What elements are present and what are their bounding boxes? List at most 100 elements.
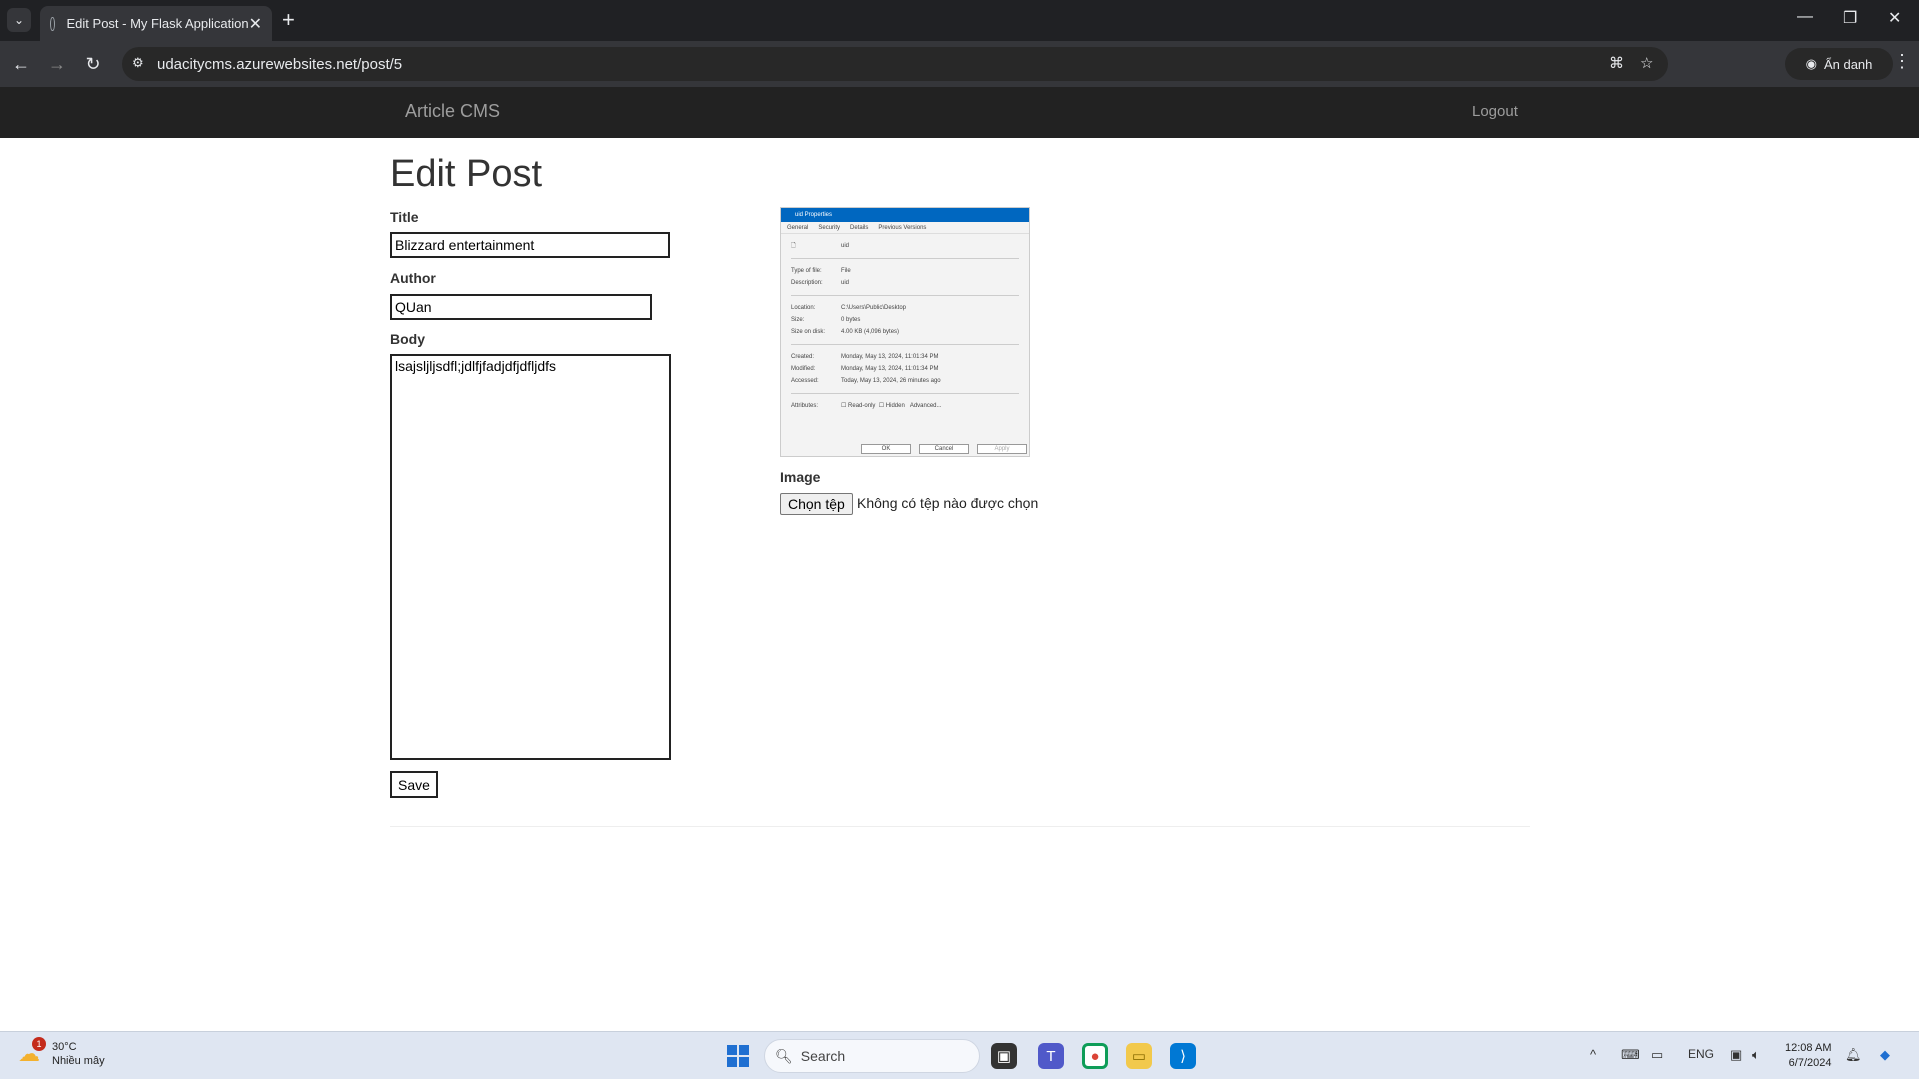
thumb-divider (791, 393, 1019, 394)
translate-icon[interactable]: ⌘ (1609, 54, 1624, 72)
thumb-value: 0 bytes (841, 317, 861, 323)
thumb-checkbox: ☐ Read-only (841, 403, 876, 409)
thumb-key: Accessed: (791, 378, 819, 384)
taskbar-search[interactable]: 🔍︎ Search (764, 1039, 980, 1073)
bookmark-star-icon[interactable]: ☆ (1640, 54, 1653, 72)
chevron-up-icon[interactable]: ^ (1590, 1047, 1596, 1062)
search-placeholder: Search (800, 1048, 846, 1064)
thumb-divider (791, 258, 1019, 259)
thumb-divider (791, 344, 1019, 345)
body-label: Body (390, 331, 425, 347)
language-indicator[interactable]: ENG (1688, 1047, 1714, 1061)
tab-search-button[interactable]: ⌄ (7, 8, 31, 32)
thumb-divider (791, 295, 1019, 296)
weather-temp: 30°C (52, 1041, 77, 1053)
copilot-icon[interactable]: ◆ (1880, 1047, 1890, 1063)
footer-divider (390, 826, 1530, 827)
thumb-buttons: OK Cancel Apply (861, 444, 1027, 454)
author-label: Author (390, 270, 436, 286)
clock[interactable]: 12:08 AM 6/7/2024 (1785, 1041, 1831, 1071)
file-status: Không có tệp nào được chọn (857, 495, 1039, 511)
search-icon: 🔍︎ (775, 1047, 793, 1064)
new-tab-button[interactable]: + (282, 8, 295, 32)
thumb-value: Monday, May 13, 2024, 11:01:34 PM (841, 354, 939, 360)
save-button[interactable]: Save (390, 771, 438, 798)
minimize-icon[interactable]: — (1797, 8, 1813, 26)
tab-title: Edit Post - My Flask Application (66, 16, 249, 31)
teams-icon[interactable]: T (1038, 1043, 1064, 1069)
weather-cloud-icon: ☁ 1 (18, 1037, 46, 1067)
file-icon: 🗋 (791, 243, 796, 249)
network-icon[interactable]: ▣ (1730, 1047, 1742, 1063)
app-navbar: Article CMS Logout (0, 87, 1919, 138)
clock-date: 6/7/2024 (1788, 1057, 1832, 1069)
choose-file-button[interactable]: Chọn tệp (780, 493, 853, 515)
window-close-icon[interactable]: ✕ (1888, 8, 1901, 28)
address-bar[interactable]: ⚙ udacitycms.azurewebsites.net/post/5 ⌘ … (122, 47, 1668, 81)
browser-toolbar: ← → ↻ ⚙ udacitycms.azurewebsites.net/pos… (0, 41, 1919, 87)
thumb-key: Size on disk: (791, 329, 826, 335)
thumb-value: Monday, May 13, 2024, 11:01:34 PM (841, 366, 939, 372)
globe-icon (50, 16, 55, 31)
notification-badge: 1 (32, 1037, 46, 1051)
thumb-value: uid (841, 280, 850, 286)
browser-tab-active[interactable]: Edit Post - My Flask Application ✕ (40, 6, 272, 41)
thumb-key: Location: (791, 305, 816, 311)
thumb-ok: OK (861, 444, 911, 454)
tablet-icon[interactable]: ▭ (1651, 1047, 1663, 1063)
weather-widget[interactable]: ☁ 1 30°C Nhiều mây (18, 1037, 105, 1068)
thumb-key: Type of file: (791, 268, 822, 274)
thumb-apply: Apply (977, 444, 1027, 454)
thumb-tab: General (787, 225, 809, 231)
author-input[interactable] (390, 294, 652, 320)
windows-taskbar: ☁ 1 30°C Nhiều mây 🔍︎ Search ▣ T ● ▭ ⟩ ^ … (0, 1031, 1919, 1079)
site-info-icon[interactable]: ⚙ (132, 55, 144, 71)
keyboard-icon[interactable]: ⌨ (1621, 1047, 1640, 1063)
thumb-filename: uid (841, 243, 850, 249)
browser-menu-icon[interactable]: ⋮ (1893, 51, 1911, 72)
windows-start-icon[interactable] (727, 1045, 749, 1067)
thumb-value: File (841, 268, 851, 274)
thumb-key: Description: (791, 280, 823, 286)
thumb-value: 4.00 KB (4,096 bytes) (841, 329, 900, 335)
title-label: Title (390, 209, 419, 225)
brand-link[interactable]: Article CMS (405, 101, 500, 122)
back-arrow-icon[interactable]: ← (8, 51, 34, 77)
page-title: Edit Post (390, 153, 543, 195)
thumb-tab: Details (850, 225, 869, 231)
thumb-tab: Previous Versions (878, 225, 927, 231)
thumb-value: C:\Users\Public\Desktop (841, 305, 907, 311)
thumb-key: Created: (791, 354, 815, 360)
vscode-icon[interactable]: ⟩ (1170, 1043, 1196, 1069)
post-image-thumbnail: uid Properties General Security Details … (780, 207, 1030, 457)
reload-icon[interactable]: ↻ (80, 51, 106, 77)
body-textarea[interactable]: lsajsljljsdfl;jdlfjfadjdfjdfljdfs (390, 354, 671, 760)
thumb-hidden: Hidden (885, 403, 905, 409)
task-view-icon[interactable]: ▣ (991, 1043, 1017, 1069)
thumb-key: Attributes: (791, 403, 819, 409)
thumb-title: uid Properties (781, 208, 1029, 222)
volume-icon[interactable]: 🔈︎ (1752, 1047, 1760, 1063)
incognito-icon: ◉ (1805, 56, 1817, 71)
thumb-cancel: Cancel (919, 444, 969, 454)
chrome-icon[interactable]: ● (1082, 1043, 1108, 1069)
title-input[interactable] (390, 232, 670, 258)
file-explorer-icon[interactable]: ▭ (1126, 1043, 1152, 1069)
logout-link[interactable]: Logout (1472, 103, 1518, 120)
image-label: Image (780, 469, 821, 485)
clock-time: 12:08 AM (1785, 1042, 1832, 1054)
thumb-tabs: General Security Details Previous Versio… (781, 222, 1029, 234)
thumb-value: Today, May 13, 2024, 26 minutes ago (841, 378, 941, 384)
thumb-checkbox: ☐ Hidden (878, 403, 905, 409)
notification-bell-icon[interactable]: 🔔︎ (1845, 1047, 1862, 1063)
url-text[interactable]: udacitycms.azurewebsites.net/post/5 (157, 56, 402, 73)
thumb-tab: Security (818, 225, 841, 231)
browser-tab-strip: ⌄ Edit Post - My Flask Application ✕ + —… (0, 0, 1919, 41)
profile-label: Ẩn danh (1823, 56, 1873, 72)
forward-arrow-icon[interactable]: → (44, 51, 70, 77)
close-icon[interactable]: ✕ (249, 14, 262, 34)
incognito-profile-button[interactable]: ◉ Ẩn danh (1785, 48, 1893, 80)
thumb-key: Modified: (791, 366, 816, 372)
restore-icon[interactable]: ❐ (1843, 8, 1857, 28)
weather-desc: Nhiều mây (52, 1055, 105, 1067)
